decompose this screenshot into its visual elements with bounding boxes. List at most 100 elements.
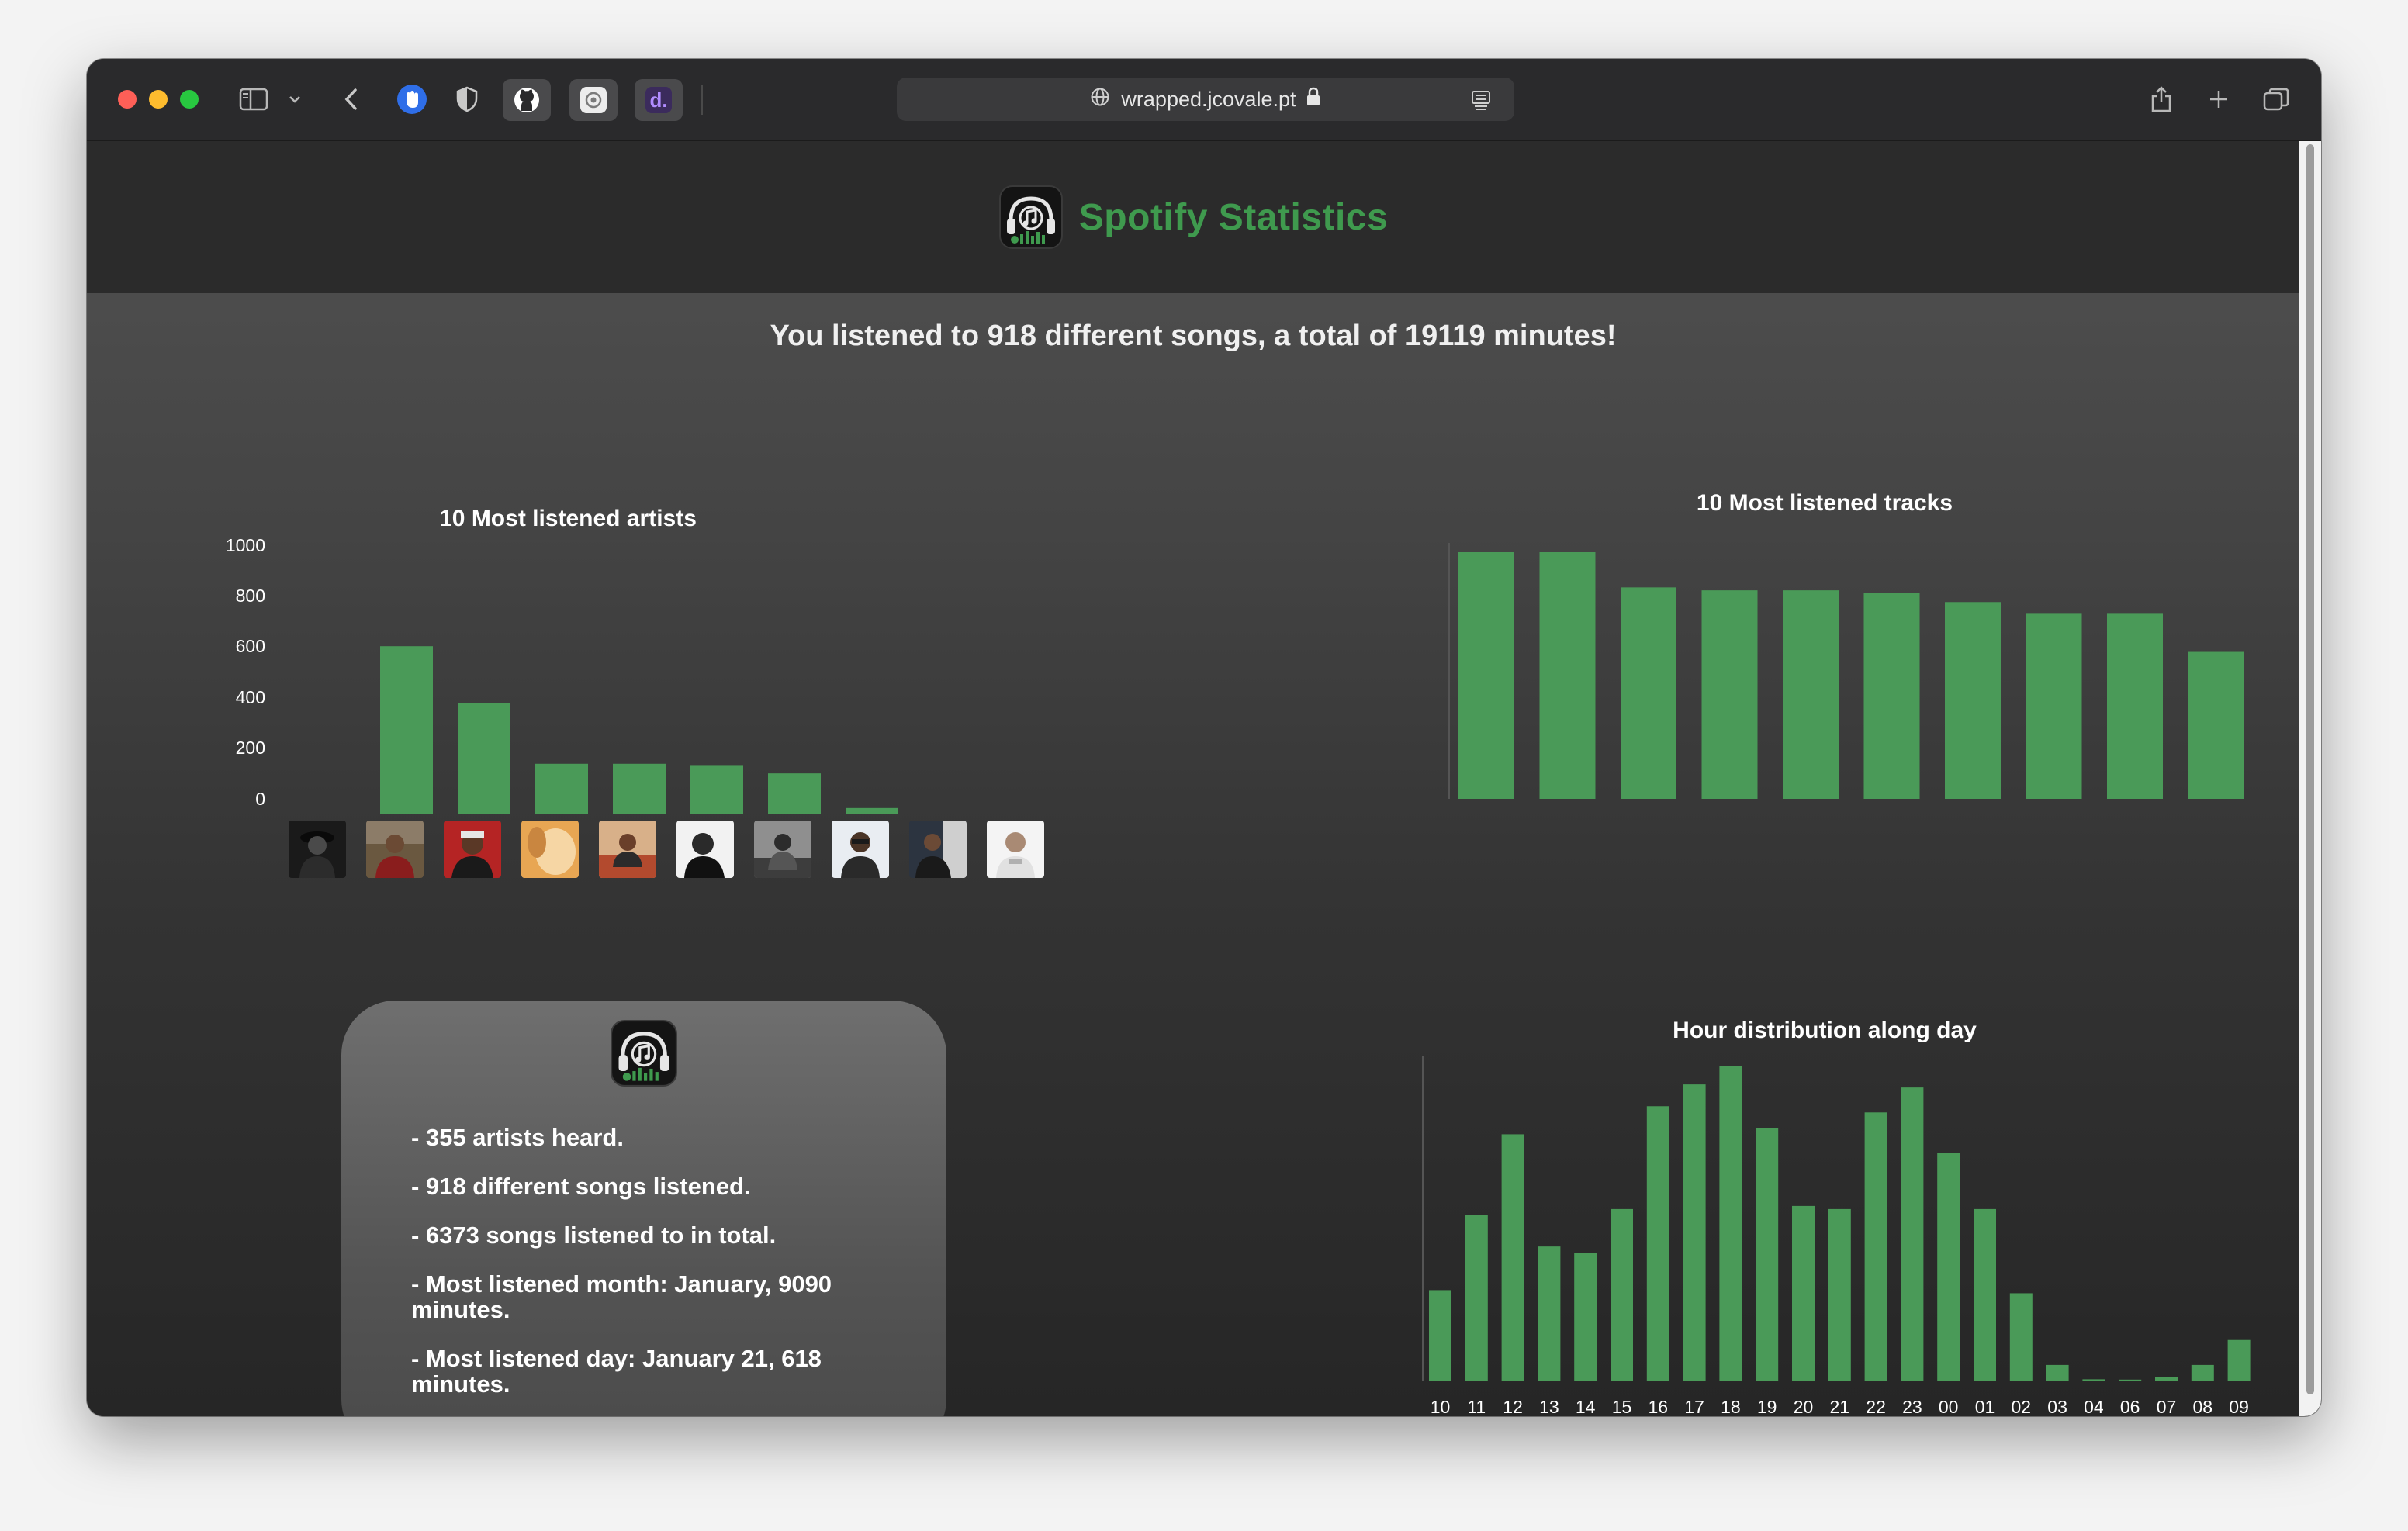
track-bar[interactable] [1701, 590, 1758, 799]
stat-total-songs: - 6373 songs listened to in total. [411, 1222, 777, 1249]
artist-avatar[interactable] [754, 821, 811, 878]
privacy-extension-icon[interactable] [393, 78, 431, 121]
artist-avatar[interactable] [909, 821, 967, 878]
hour-bar[interactable] [1538, 1246, 1561, 1381]
scrollbar-thumb[interactable] [2306, 144, 2314, 1394]
hour-bar[interactable] [1501, 1134, 1524, 1381]
hour-label: 02 [2012, 1397, 2032, 1415]
artist-avatar[interactable] [676, 821, 734, 878]
hour-bar[interactable] [1901, 1087, 1924, 1381]
hour-label: 08 [2193, 1397, 2213, 1415]
hour-bar[interactable] [2046, 1364, 2069, 1381]
artist-bar[interactable] [690, 765, 743, 814]
y-tick-label: 1000 [225, 535, 265, 555]
artist-bar[interactable] [458, 703, 510, 814]
artist-avatar[interactable] [289, 821, 346, 878]
hour-bar[interactable] [1864, 1112, 1887, 1381]
hour-bar[interactable] [1683, 1084, 1706, 1381]
track-bar[interactable] [2026, 613, 2082, 799]
dict-extension-button[interactable]: d. [635, 79, 683, 121]
artist-bar[interactable] [380, 646, 433, 814]
toolbar-divider [701, 85, 703, 115]
hour-label: 17 [1684, 1397, 1704, 1415]
hour-label: 15 [1612, 1397, 1632, 1415]
artist-avatar[interactable] [444, 821, 501, 878]
hour-bar[interactable] [1974, 1208, 1996, 1381]
hour-bar[interactable] [1465, 1215, 1488, 1381]
hour-bar[interactable] [1828, 1208, 1851, 1381]
hour-label: 18 [1721, 1397, 1741, 1415]
stat-different-songs: - 918 different songs listened. [411, 1173, 751, 1200]
github-extension-button[interactable] [503, 79, 551, 121]
hour-bar[interactable] [1611, 1208, 1633, 1381]
share-icon[interactable] [2146, 78, 2177, 121]
stats-card: - 355 artists heard. - 918 different son… [341, 1001, 946, 1416]
track-bar[interactable] [2188, 651, 2244, 799]
track-bar[interactable] [1539, 552, 1596, 799]
tracks-bar-chart: Crack co...terminei...HERANÇADIORtigrinh… [1448, 543, 2244, 799]
hour-label: 19 [1757, 1397, 1777, 1415]
y-tick-label: 200 [235, 738, 265, 758]
minimize-window-button[interactable] [149, 90, 168, 109]
sidebar-toggle-icon[interactable] [237, 78, 272, 121]
artist-avatar[interactable] [832, 821, 889, 878]
hour-bar[interactable] [1574, 1253, 1597, 1381]
lock-icon [1306, 87, 1321, 112]
hour-label: 03 [2047, 1397, 2067, 1415]
track-bar[interactable] [1621, 587, 1676, 799]
hour-bar[interactable] [2119, 1379, 2142, 1381]
hour-bar[interactable] [1429, 1290, 1451, 1381]
hour-label: 06 [2120, 1397, 2140, 1415]
hour-label: 22 [1866, 1397, 1886, 1415]
hour-label: 14 [1576, 1397, 1596, 1415]
y-tick-label: 0 [255, 789, 265, 809]
artist-bar[interactable] [768, 773, 821, 814]
svg-text:d.: d. [649, 88, 667, 112]
chevron-down-icon[interactable] [285, 78, 304, 121]
track-bar[interactable] [2107, 613, 2163, 799]
track-bar[interactable] [1458, 552, 1514, 799]
hour-label: 20 [1794, 1397, 1814, 1415]
d-letter-icon: d. [645, 87, 672, 113]
zoom-window-button[interactable] [180, 90, 199, 109]
hour-label: 11 [1467, 1397, 1486, 1415]
hour-bar[interactable] [1937, 1153, 1960, 1381]
chatgpt-extension-button[interactable] [569, 79, 618, 121]
close-window-button[interactable] [118, 90, 137, 109]
hour-label: 10 [1431, 1397, 1451, 1415]
artist-bar[interactable] [846, 807, 898, 814]
stat-top-month: - Most listened month: January, 9090 min… [411, 1270, 832, 1323]
shield-icon[interactable] [452, 78, 483, 121]
hour-bar[interactable] [2009, 1293, 2033, 1381]
y-tick-label: 400 [235, 687, 265, 707]
hour-bar[interactable] [2191, 1364, 2214, 1381]
new-tab-icon[interactable] [2203, 78, 2234, 121]
hour-label: 04 [2084, 1397, 2104, 1415]
track-bar[interactable] [1945, 602, 2001, 799]
artist-bar[interactable] [613, 763, 666, 814]
artist-avatar[interactable] [599, 821, 656, 878]
track-bar[interactable] [1863, 593, 1920, 799]
hour-bar[interactable] [1719, 1066, 1742, 1381]
reader-mode-icon[interactable] [1469, 88, 1493, 117]
vertical-scrollbar[interactable] [2299, 141, 2321, 1416]
address-bar[interactable]: wrapped.jcovale.pt [897, 78, 1514, 121]
hour-bar[interactable] [1792, 1205, 1815, 1381]
hour-bar[interactable] [2082, 1379, 2105, 1381]
hour-bar[interactable] [1756, 1128, 1779, 1381]
hour-label: 09 [2229, 1397, 2249, 1415]
artist-avatar[interactable] [987, 821, 1044, 878]
hour-label: 12 [1503, 1397, 1523, 1415]
browser-toolbar: d. wrapped.jcovale.pt [87, 59, 2321, 141]
hour-bar[interactable] [2155, 1377, 2178, 1381]
hour-bar[interactable] [1646, 1106, 1669, 1381]
hour-bar[interactable] [2227, 1339, 2251, 1381]
artist-bar[interactable] [535, 763, 588, 814]
artist-avatar[interactable] [521, 821, 579, 878]
stat-top-day: - Most listened day: January 21, 618 min… [411, 1345, 822, 1398]
track-bar[interactable] [1783, 590, 1839, 799]
tab-overview-icon[interactable] [2259, 78, 2293, 121]
artist-avatar[interactable] [366, 821, 424, 878]
back-arrow-icon[interactable] [338, 78, 365, 121]
url-text: wrapped.jcovale.pt [1121, 87, 1296, 111]
